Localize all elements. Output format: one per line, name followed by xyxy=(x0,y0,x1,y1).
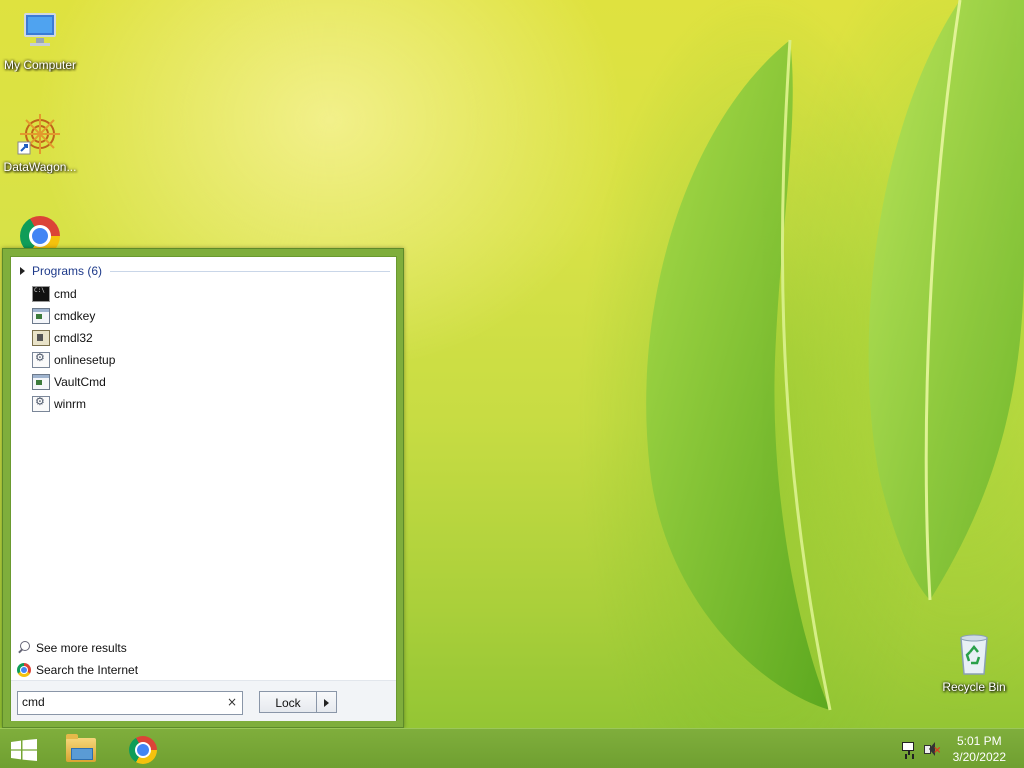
network-icon[interactable] xyxy=(902,742,918,756)
search-icon xyxy=(17,641,31,655)
program-result-onlinesetup[interactable]: onlinesetup xyxy=(32,349,372,371)
power-options-arrow-button[interactable] xyxy=(317,691,337,713)
leaf-right xyxy=(868,0,1024,601)
search-box: × xyxy=(17,691,243,715)
clear-search-button[interactable]: × xyxy=(227,695,237,709)
cmd-icon xyxy=(32,286,50,302)
program-label: onlinesetup xyxy=(54,353,116,367)
divider xyxy=(110,270,390,272)
window-app-icon xyxy=(32,308,50,324)
program-result-vaultcmd[interactable]: VaultCmd xyxy=(32,371,372,393)
gear-app-icon xyxy=(32,351,50,368)
window-app-icon xyxy=(32,374,50,390)
volume-muted-icon[interactable]: × xyxy=(924,741,942,757)
system-tray: × 5:01 PM 3/20/2022 xyxy=(884,729,1024,768)
computer-icon xyxy=(16,8,64,56)
program-label: cmdkey xyxy=(54,309,96,323)
start-menu: Programs (6) cmd cmdkey cmdl32 onlineset… xyxy=(2,248,404,728)
gear-app-icon xyxy=(32,395,50,412)
see-more-label: See more results xyxy=(36,641,127,655)
search-internet-label: Search the Internet xyxy=(36,663,139,677)
search-input[interactable] xyxy=(18,692,218,712)
start-search-bar: × Lock xyxy=(11,680,396,721)
chrome-icon xyxy=(129,736,157,764)
program-label: cmdl32 xyxy=(54,331,93,345)
clock-time: 5:01 PM xyxy=(956,734,1002,748)
datawagon-icon xyxy=(16,110,64,158)
expand-triangle-icon xyxy=(20,267,25,275)
start-button[interactable] xyxy=(0,731,46,767)
programs-header-label: Programs (6) xyxy=(32,264,103,278)
recycle-bin-icon xyxy=(950,630,998,678)
start-menu-results-pane: Programs (6) cmd cmdkey cmdl32 onlineset… xyxy=(10,256,397,721)
folder-icon xyxy=(66,734,96,762)
taskbar-file-explorer-button[interactable] xyxy=(58,731,104,767)
programs-group-header[interactable]: Programs (6) xyxy=(20,263,390,279)
desktop-icon-my-computer[interactable]: My Computer xyxy=(0,8,80,72)
desktop-icon-recycle-bin[interactable]: Recycle Bin xyxy=(934,630,1014,694)
program-result-cmdkey[interactable]: cmdkey xyxy=(32,305,372,327)
chrome-icon xyxy=(17,663,31,677)
installer-icon xyxy=(32,330,50,346)
program-label: cmd xyxy=(54,287,77,301)
taskbar-chrome-button[interactable] xyxy=(120,731,166,767)
taskbar: × 5:01 PM 3/20/2022 xyxy=(0,728,1024,768)
desktop-icon-label: DataWagon... xyxy=(3,160,77,174)
see-more-results-link[interactable]: See more results xyxy=(17,641,127,655)
taskbar-clock[interactable]: 5:01 PM 3/20/2022 xyxy=(953,733,1006,765)
program-result-cmd[interactable]: cmd xyxy=(32,283,372,305)
desktop-icon-label: Recycle Bin xyxy=(942,680,1006,694)
program-result-cmdl32[interactable]: cmdl32 xyxy=(32,327,372,349)
program-label: winrm xyxy=(54,397,86,411)
desktop-icon-label: My Computer xyxy=(3,58,77,72)
clock-date: 3/20/2022 xyxy=(952,750,1006,764)
windows-logo-icon xyxy=(11,739,37,761)
lock-button[interactable]: Lock xyxy=(259,691,317,713)
search-internet-link[interactable]: Search the Internet xyxy=(17,663,138,677)
mute-x: × xyxy=(933,745,942,756)
desktop-icon-datawagon[interactable]: DataWagon... xyxy=(0,110,80,174)
leaf-left xyxy=(646,39,832,711)
program-results-list: cmd cmdkey cmdl32 onlinesetup VaultCmd w… xyxy=(32,283,372,415)
program-result-winrm[interactable]: winrm xyxy=(32,393,372,415)
program-label: VaultCmd xyxy=(54,375,106,389)
